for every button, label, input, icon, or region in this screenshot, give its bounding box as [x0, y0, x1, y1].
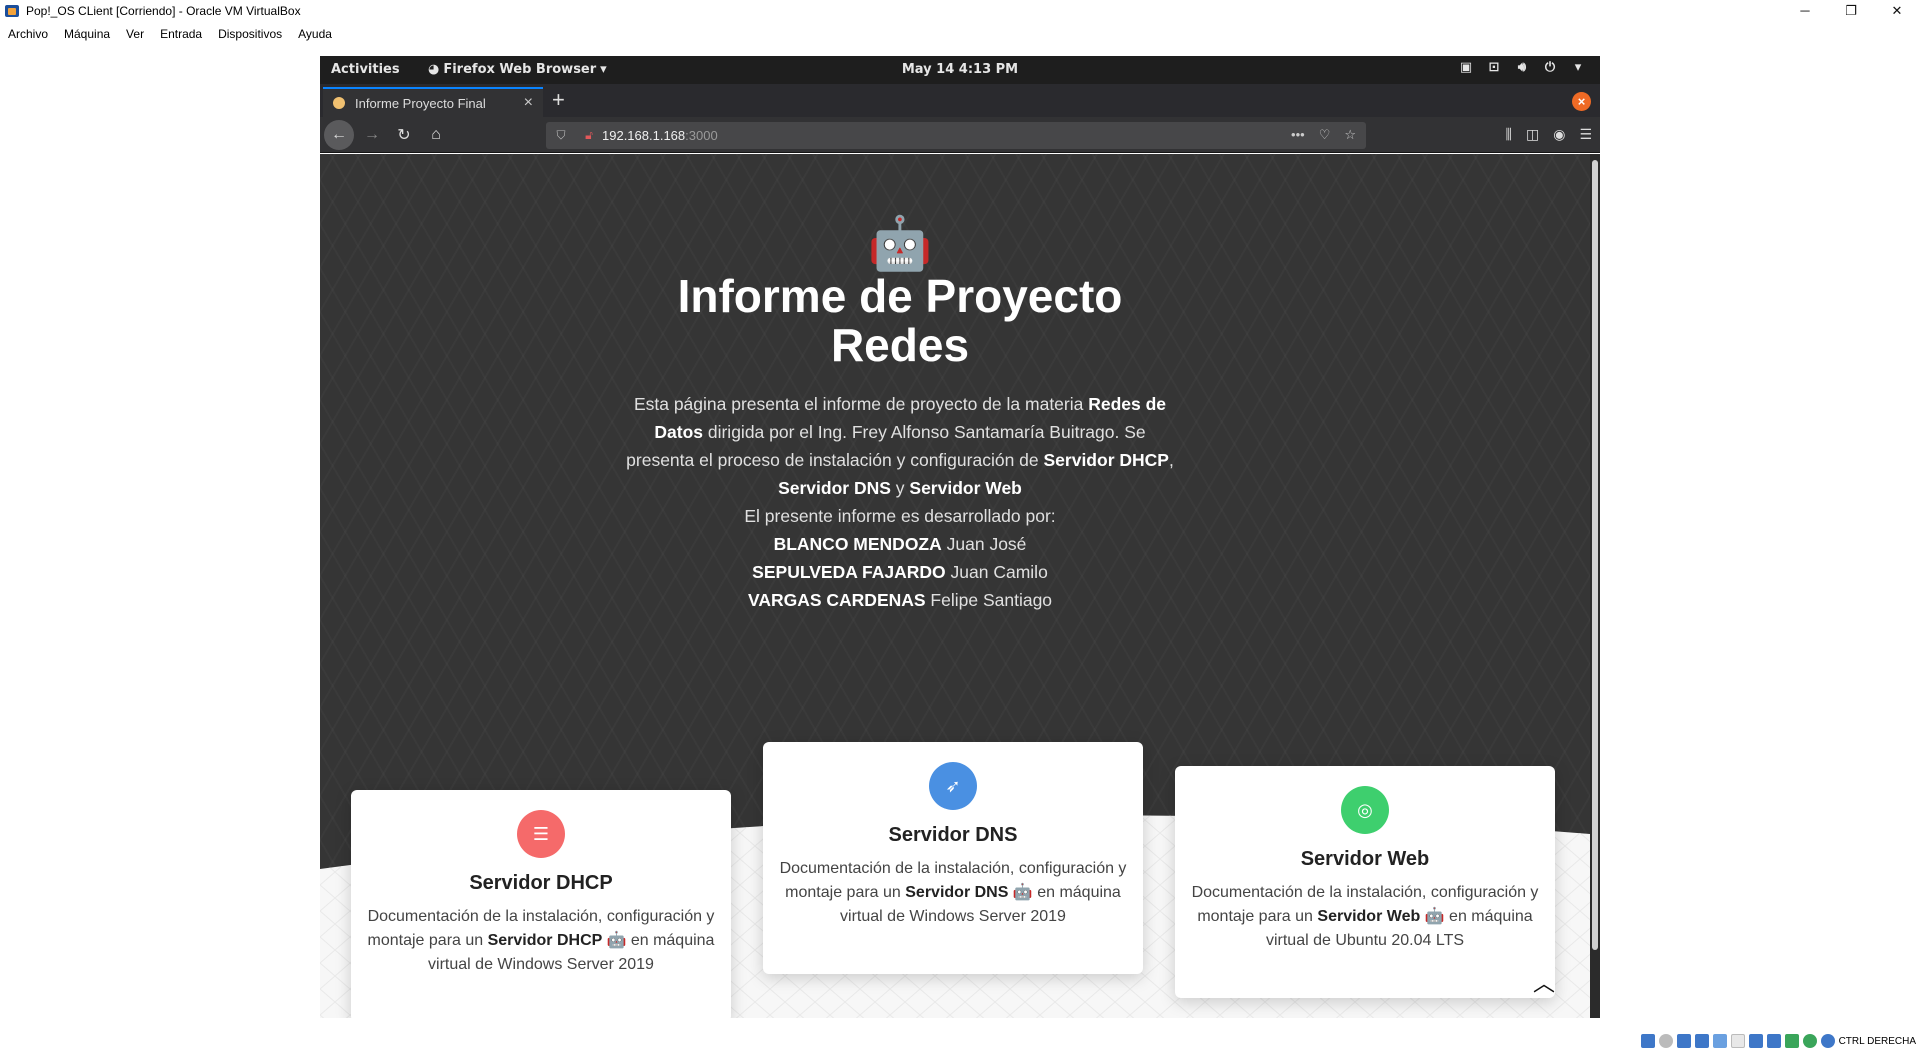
card-dns[interactable]: ➶ Servidor DNS Documentación de la insta…	[763, 742, 1143, 974]
page-scrollbar[interactable]	[1590, 154, 1600, 1018]
hero: 🤖 Informe de Proyecto Redes Esta página …	[620, 216, 1180, 614]
firefox-tabbar: Informe Proyecto Final × + ×	[320, 84, 1600, 117]
shared-folder-icon[interactable]	[1730, 1034, 1745, 1048]
favicon-icon	[333, 97, 345, 109]
server-icon: ☰	[517, 810, 565, 858]
video-capture-icon[interactable]	[1766, 1034, 1781, 1048]
system-tray[interactable]: ▣ ⊡ 🔊︎ ⏻ ▾	[1458, 60, 1586, 75]
audio-icon[interactable]	[1676, 1034, 1691, 1048]
card-title: Servidor DNS	[888, 824, 1018, 846]
robot-icon: 🤖	[867, 215, 933, 273]
vbox-status-bar: CTRL DERECHA	[1630, 1029, 1920, 1053]
firefox-navbar: ← → ↻ ⌂ ⛉ 🔓︎ 192.168.1.168:3000 ••• ♡ ☆ …	[320, 117, 1600, 153]
tab-informe[interactable]: Informe Proyecto Final ×	[323, 87, 543, 117]
hamburger-menu-icon[interactable]: ☰	[1579, 126, 1592, 143]
sidebar-icon[interactable]: ◫	[1526, 126, 1539, 143]
account-icon[interactable]: ◉	[1553, 126, 1565, 143]
close-button[interactable]: ✕	[1874, 0, 1920, 21]
restore-button[interactable]: ❐	[1828, 0, 1874, 21]
scroll-thumb[interactable]	[1592, 160, 1598, 950]
close-window-button[interactable]: ×	[1572, 92, 1591, 111]
mouse-integration-icon[interactable]	[1802, 1034, 1817, 1048]
gnome-top-bar: Activities ◕ Firefox Web Browser ▾ May 1…	[320, 56, 1600, 84]
page-description: Esta página presenta el informe de proye…	[626, 394, 1174, 498]
menu-archivo[interactable]: Archivo	[0, 27, 56, 41]
authors-intro: El presente informe es desarrollado por:	[744, 506, 1056, 526]
volume-icon: 🔊︎	[1517, 60, 1527, 75]
display-icon[interactable]	[1748, 1034, 1763, 1048]
author-line: BLANCO MENDOZA Juan José	[773, 534, 1027, 554]
url-port: :3000	[685, 128, 718, 143]
display-icon[interactable]: ▣	[1458, 60, 1474, 75]
virtualbox-icon	[4, 3, 20, 19]
card-title: Servidor DHCP	[469, 872, 613, 894]
library-icon[interactable]: ⫼	[1506, 126, 1512, 143]
menu-ayuda[interactable]: Ayuda	[290, 27, 340, 41]
vbox-menubar: Archivo Máquina Ver Entrada Dispositivos…	[0, 23, 340, 45]
card-web[interactable]: ◎ Servidor Web Documentación de la insta…	[1175, 766, 1555, 998]
tab-title: Informe Proyecto Final	[355, 95, 486, 111]
url-bar[interactable]: ⛉ 🔓︎ 192.168.1.168:3000 ••• ♡ ☆	[546, 122, 1366, 149]
window-title: Pop!_OS CLient [Corriendo] - Oracle VM V…	[26, 3, 301, 18]
author-line: SEPULVEDA FAJARDO Juan Camilo	[752, 562, 1048, 582]
vbox-titlebar: Pop!_OS CLient [Corriendo] - Oracle VM V…	[0, 0, 1920, 21]
clock[interactable]: May 14 4:13 PM	[320, 62, 1600, 77]
new-tab-button[interactable]: +	[552, 89, 565, 111]
fingerprint-icon: ◎	[1341, 786, 1389, 834]
url-host: 192.168.1.168	[602, 128, 686, 143]
forward-button[interactable]: →	[358, 121, 386, 149]
close-icon[interactable]: ×	[524, 94, 533, 112]
card-description: Documentación de la instalación, configu…	[367, 908, 715, 973]
usb-icon[interactable]	[1712, 1034, 1727, 1048]
host-key-label: CTRL DERECHA	[1838, 1035, 1916, 1047]
card-title: Servidor Web	[1300, 848, 1430, 870]
window-controls: ─ ❐ ✕	[1782, 0, 1920, 21]
chevron-up-icon[interactable]: ︿	[1533, 966, 1555, 998]
insecure-lock-icon[interactable]: 🔓︎	[582, 128, 596, 143]
back-button[interactable]: ←	[324, 120, 354, 150]
bookmark-star-icon[interactable]: ☆	[1344, 127, 1356, 143]
web-page: 🤖 Informe de Proyecto Redes Esta página …	[320, 154, 1590, 1018]
rocket-icon: ➶	[929, 762, 977, 810]
page-title: Informe de Proyecto Redes	[677, 270, 1123, 371]
url-actions: ••• ♡ ☆	[1291, 127, 1356, 143]
card-description: Documentación de la instalación, configu…	[779, 860, 1127, 925]
menu-entrada[interactable]: Entrada	[152, 27, 210, 41]
reload-button[interactable]: ↻	[390, 121, 418, 149]
network-adapter-icon[interactable]	[1694, 1034, 1709, 1048]
pocket-icon[interactable]: ♡	[1319, 127, 1331, 143]
page-actions-icon[interactable]: •••	[1291, 127, 1305, 143]
menu-ver[interactable]: Ver	[118, 27, 152, 41]
chevron-down-icon: ▾	[1574, 60, 1582, 75]
menu-dispositivos[interactable]: Dispositivos	[210, 27, 290, 41]
power-icon: ⏻	[1544, 60, 1556, 75]
guest-screen: Activities ◕ Firefox Web Browser ▾ May 1…	[320, 56, 1600, 1018]
network-icon: ⊡	[1488, 60, 1500, 75]
hard-disk-icon[interactable]	[1640, 1034, 1655, 1048]
card-description: Documentación de la instalación, configu…	[1191, 884, 1539, 949]
cpu-icon[interactable]	[1784, 1034, 1799, 1048]
minimize-button[interactable]: ─	[1782, 0, 1828, 21]
shield-icon[interactable]: ⛉	[554, 128, 568, 143]
keyboard-icon[interactable]	[1820, 1034, 1835, 1048]
home-button[interactable]: ⌂	[422, 121, 450, 149]
card-dhcp[interactable]: ☰ Servidor DHCP Documentación de la inst…	[351, 790, 731, 1018]
optical-drive-icon[interactable]	[1658, 1034, 1673, 1048]
toolbar-right: ⫼ ◫ ◉ ☰	[1506, 126, 1592, 143]
author-line: VARGAS CARDENAS Felipe Santiago	[747, 590, 1053, 610]
menu-maquina[interactable]: Máquina	[56, 27, 118, 41]
